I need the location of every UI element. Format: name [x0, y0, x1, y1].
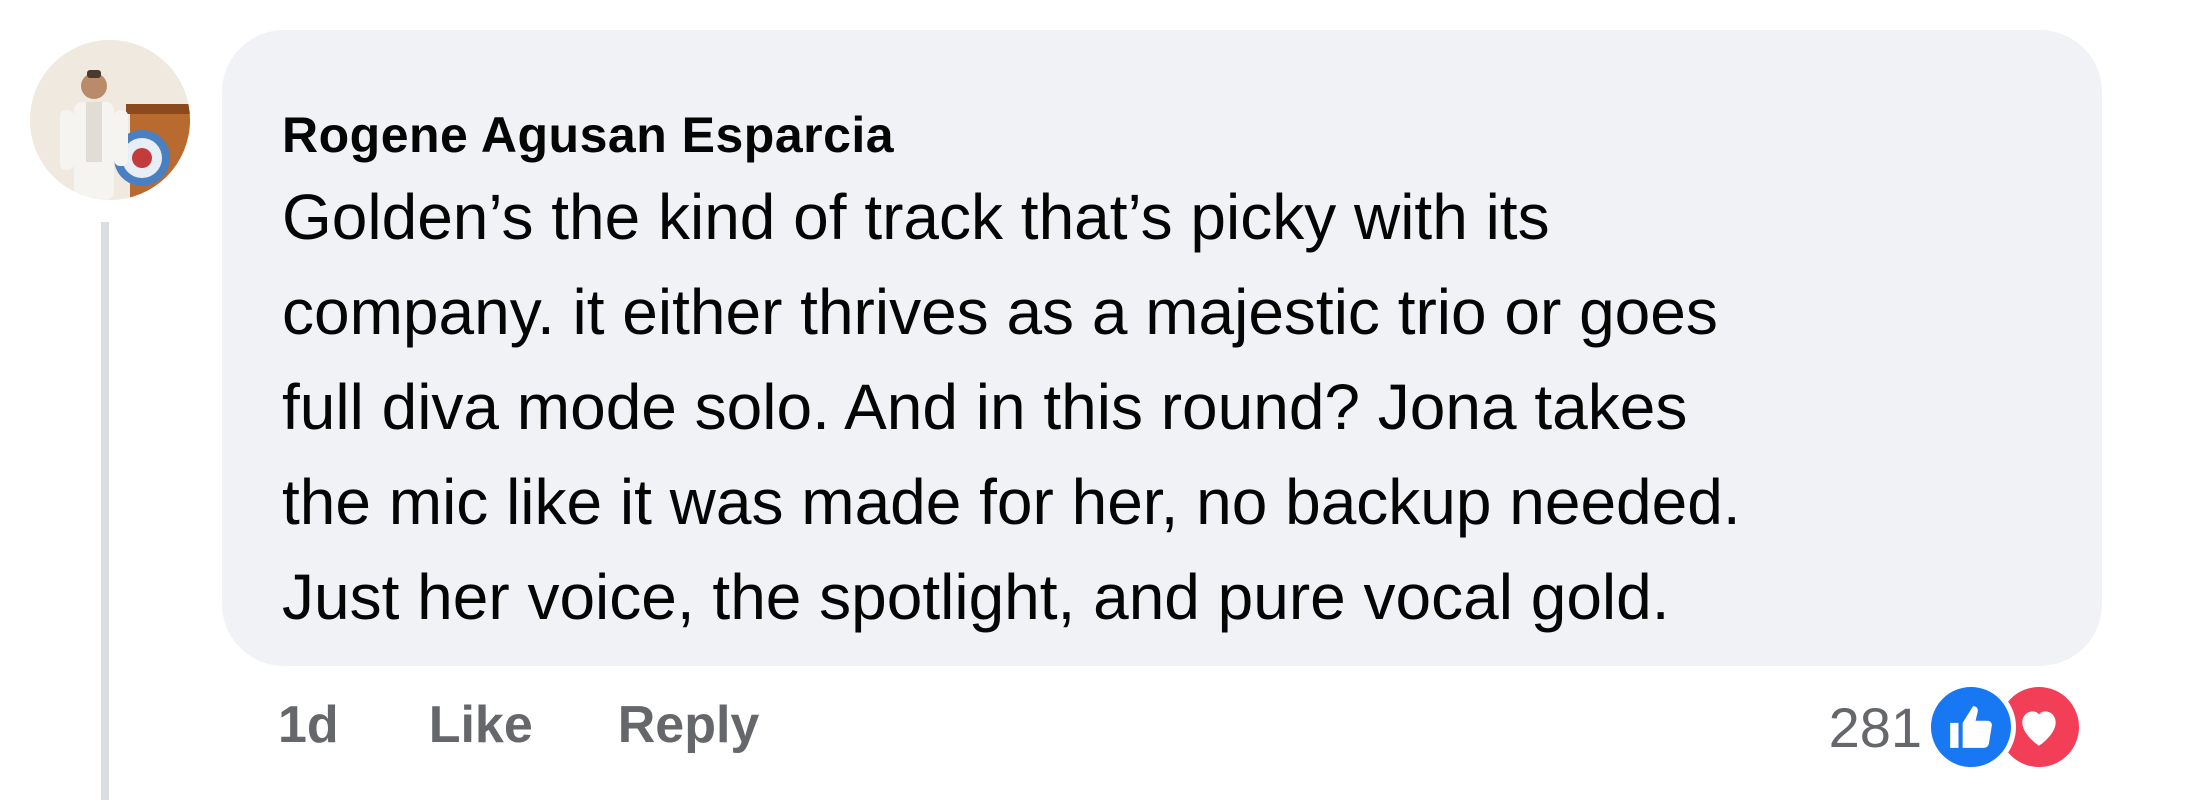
comment-author[interactable]: Rogene Agusan Esparcia: [282, 106, 2042, 164]
reply-button[interactable]: Reply: [618, 695, 760, 755]
comment-bubble: Rogene Agusan Esparcia Golden’s the kind…: [222, 30, 2102, 666]
avatar-image: [30, 40, 190, 200]
comment-text: Golden’s the kind of track that’s picky …: [282, 181, 1741, 633]
reactions-summary[interactable]: 281: [1829, 682, 2086, 772]
thread-line: [101, 222, 109, 800]
avatar[interactable]: [30, 40, 190, 200]
reaction-count: 281: [1828, 695, 1922, 759]
comment-timestamp[interactable]: 1d: [278, 695, 339, 755]
like-button[interactable]: Like: [429, 695, 533, 755]
comment-thread: Rogene Agusan Esparcia Golden’s the kind…: [0, 0, 2204, 800]
like-icon: [1926, 682, 2016, 772]
reaction-icons: [1926, 682, 2086, 772]
comment-actions: 1d Like Reply: [278, 690, 759, 760]
